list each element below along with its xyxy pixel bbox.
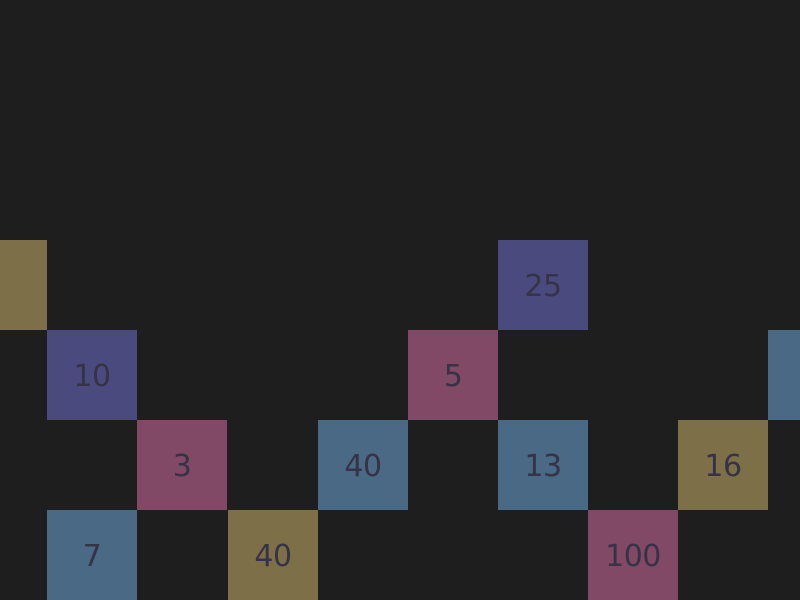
tile-value: 25 [524, 268, 562, 304]
tile[interactable]: 25 [498, 240, 588, 330]
tile-value: 3 [172, 448, 192, 484]
tile-value: 5 [443, 358, 463, 394]
tile[interactable]: 13 [498, 420, 588, 510]
tile-value: 16 [704, 448, 742, 484]
tile-value: 13 [524, 448, 562, 484]
game-board: 25 10 5 3 40 13 16 7 40 100 [0, 0, 800, 600]
tile[interactable] [0, 240, 47, 330]
tile-value: 40 [344, 448, 382, 484]
tile[interactable] [768, 330, 800, 420]
tile[interactable]: 100 [588, 510, 678, 600]
tile-value: 7 [82, 538, 102, 574]
tile[interactable]: 40 [228, 510, 318, 600]
tile[interactable]: 10 [47, 330, 137, 420]
tile[interactable]: 16 [678, 420, 768, 510]
tile[interactable]: 5 [408, 330, 498, 420]
tile-value: 40 [254, 538, 292, 574]
tile-value: 100 [605, 538, 661, 574]
tile[interactable]: 3 [137, 420, 227, 510]
tile-value: 10 [73, 358, 111, 394]
tile[interactable]: 40 [318, 420, 408, 510]
tile[interactable]: 7 [47, 510, 137, 600]
